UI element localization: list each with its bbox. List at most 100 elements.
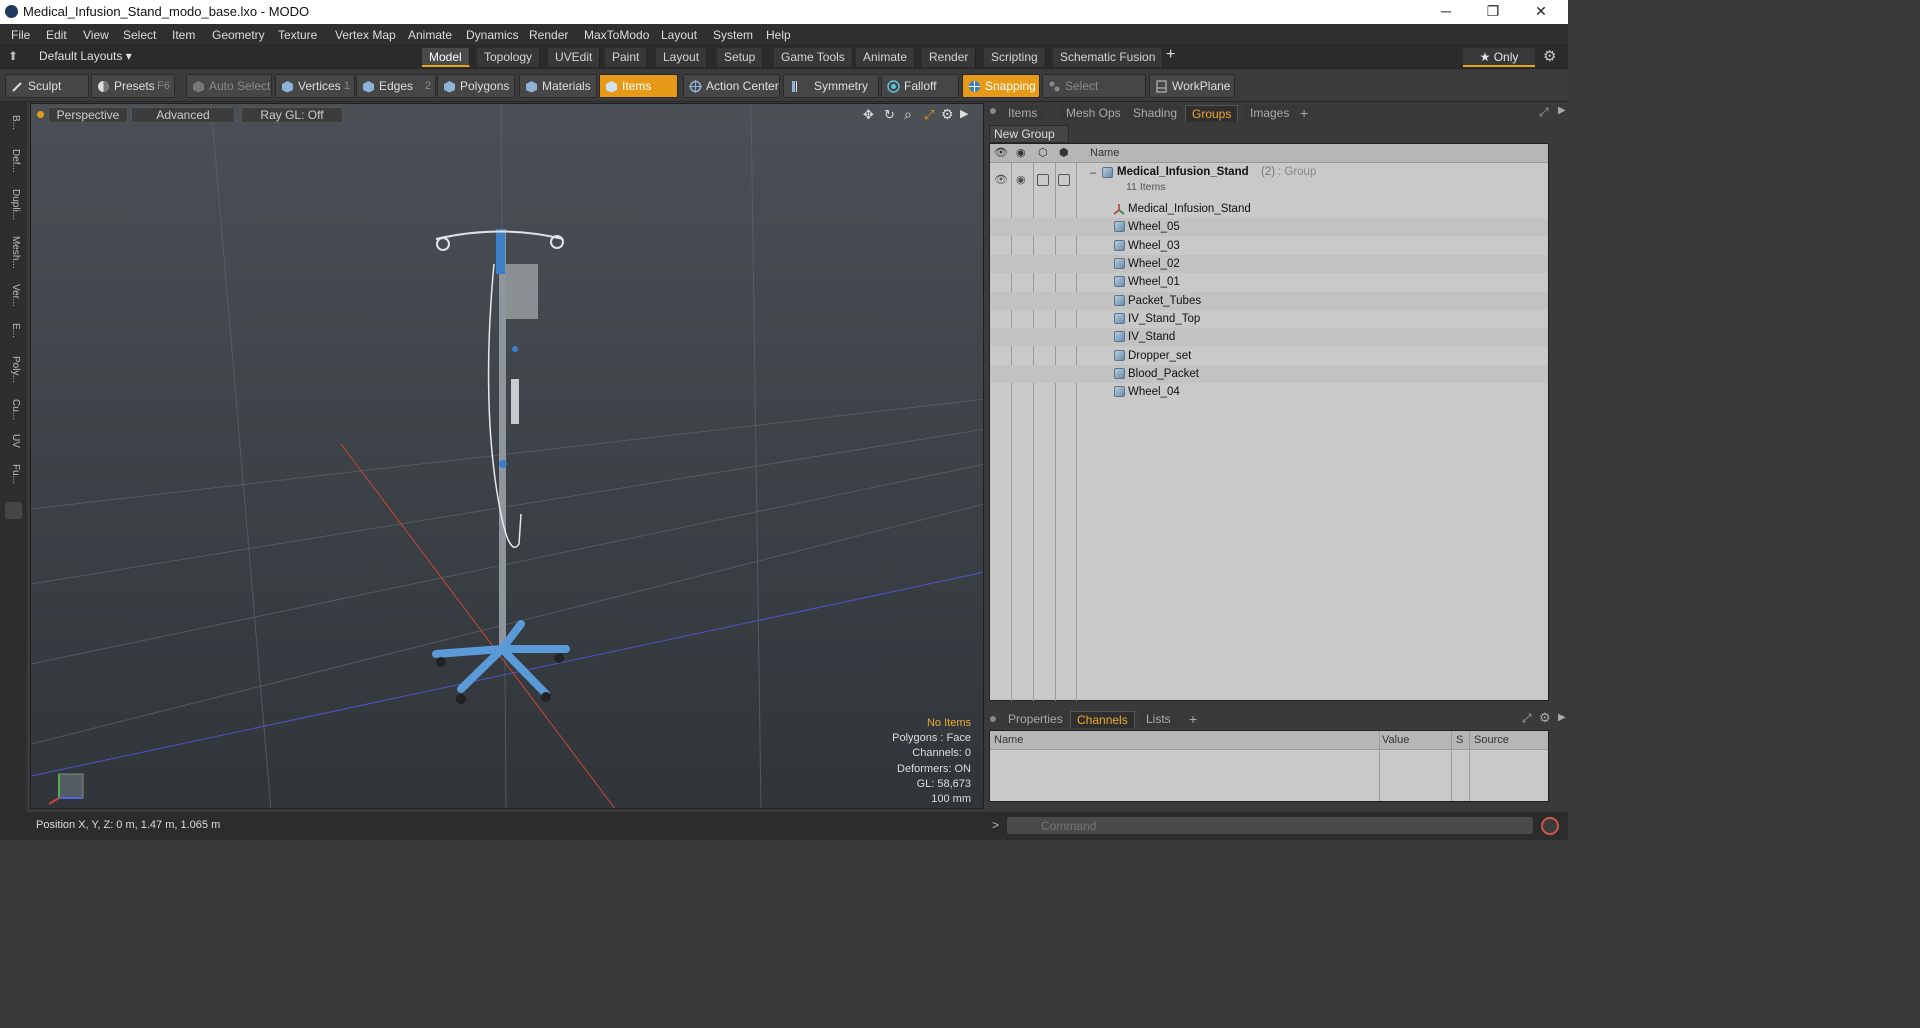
select-checkbox[interactable] (1058, 174, 1070, 186)
panel-expand-icon[interactable]: ⤢ (1539, 105, 1549, 120)
bottom-panel-expand-icon[interactable]: ⤢ (1522, 711, 1532, 726)
menu-system[interactable]: System (713, 28, 753, 42)
channels-value-header[interactable]: Value (1382, 734, 1409, 746)
tab-model[interactable]: Model (422, 48, 470, 67)
viewport-expand-arrow-icon[interactable]: ▶ (960, 107, 968, 120)
tab-game-tools[interactable]: Game Tools (774, 48, 853, 67)
left-tab-deform[interactable]: Def... (5, 142, 21, 180)
group-row-root[interactable]: 👁 ◉ – Medical_Infusion_Stand (2) : Group… (990, 164, 1548, 200)
maximize-button[interactable]: ❐ (1470, 0, 1516, 24)
tab-items[interactable]: Items (1002, 105, 1044, 122)
action-center-button[interactable]: Action Center (683, 74, 780, 98)
tab-images[interactable]: Images (1244, 105, 1296, 122)
left-tab-uv[interactable]: UV (5, 430, 21, 452)
list-item[interactable]: Wheel_05 (990, 218, 1548, 236)
left-tab-mesh-edit[interactable]: Mesh... (5, 230, 21, 274)
menu-help[interactable]: Help (766, 28, 791, 42)
ray-gl-toggle[interactable]: Ray GL: Off (241, 107, 343, 123)
materials-button[interactable]: Materials (519, 74, 597, 98)
tab-channels[interactable]: Channels (1070, 711, 1135, 728)
menu-animate[interactable]: Animate (408, 28, 452, 42)
3d-viewport[interactable]: Perspective Advanced Ray GL: Off ✥ ↻ ⌕ ⤢… (30, 103, 984, 809)
new-group-button[interactable]: New Group (989, 125, 1069, 143)
list-item[interactable]: Wheel_03 (990, 237, 1548, 255)
list-item[interactable]: Blood_Packet (990, 365, 1548, 383)
list-item[interactable]: Medical_Infusion_Stand (990, 200, 1548, 218)
panel-menu-dot[interactable] (990, 108, 996, 114)
menu-render[interactable]: Render (529, 28, 568, 42)
left-tab-basic[interactable]: B... (5, 108, 21, 138)
tab-topology[interactable]: Topology (477, 48, 541, 67)
list-item[interactable]: Wheel_04 (990, 383, 1548, 401)
render-header-icon[interactable]: ◉ (1016, 146, 1026, 159)
symmetry-button[interactable]: Symmetry (783, 74, 879, 98)
record-macro-button[interactable] (1541, 817, 1559, 835)
menu-select[interactable]: Select (123, 28, 156, 42)
falloff-button[interactable]: Falloff (881, 74, 959, 98)
command-input[interactable] (1006, 816, 1534, 835)
edges-button[interactable]: Edges 2 (356, 74, 436, 98)
lock-header-icon[interactable]: ⬡ (1038, 146, 1048, 159)
left-tab-edge[interactable]: E... (5, 316, 21, 346)
bottom-panel-gear-icon[interactable]: ⚙ (1539, 710, 1551, 726)
menu-texture[interactable]: Texture (278, 28, 317, 42)
left-tab-vertex[interactable]: Ver... (5, 278, 21, 312)
presets-button[interactable]: Presets F6 (91, 74, 175, 98)
perspective-dropdown[interactable]: Perspective (48, 107, 128, 123)
tab-shading[interactable]: Shading (1127, 105, 1184, 122)
default-layouts-dropdown[interactable]: Default Layouts ▾ (39, 49, 132, 63)
snapping-button[interactable]: Snapping (962, 74, 1040, 98)
advanced-dropdown[interactable]: Advanced (131, 107, 235, 123)
channels-s-header[interactable]: S (1456, 734, 1463, 746)
add-panel-tab-button[interactable]: + (1300, 105, 1308, 121)
list-item[interactable]: Wheel_01 (990, 273, 1548, 291)
tab-mesh-ops[interactable]: Mesh Ops (1060, 105, 1127, 122)
vertices-button[interactable]: Vertices 1 (275, 74, 355, 98)
menu-item[interactable]: Item (172, 28, 195, 42)
left-tab-curve[interactable]: Cu... (5, 394, 21, 426)
menu-edit[interactable]: Edit (46, 28, 67, 42)
visibility-header-icon[interactable]: 👁 (994, 146, 1008, 159)
close-button[interactable]: ✕ (1518, 0, 1564, 24)
polygons-button[interactable]: Polygons (437, 74, 515, 98)
list-item[interactable]: Dropper_set (990, 347, 1548, 365)
name-column-header[interactable]: Name (1090, 147, 1119, 159)
menu-view[interactable]: View (83, 28, 109, 42)
tab-render[interactable]: Render (922, 48, 977, 67)
lock-checkbox[interactable] (1037, 174, 1049, 186)
menu-dynamics[interactable]: Dynamics (466, 28, 519, 42)
left-tab-duplicate[interactable]: Dupli... (5, 184, 21, 226)
bottom-panel-menu-dot[interactable] (990, 716, 996, 722)
minimize-button[interactable]: ─ (1423, 0, 1469, 24)
tab-groups[interactable]: Groups (1185, 105, 1239, 122)
list-item[interactable]: IV_Stand_Top (990, 310, 1548, 328)
tab-uvedit[interactable]: UVEdit (548, 48, 601, 67)
menu-geometry[interactable]: Geometry (212, 28, 265, 42)
viewport-settings-icon[interactable]: ⚙ (941, 106, 954, 123)
list-item[interactable]: IV_Stand (990, 328, 1548, 346)
menu-maxtomodo[interactable]: MaxToModo (584, 28, 649, 42)
tab-animate[interactable]: Animate (856, 48, 916, 67)
tab-scripting[interactable]: Scripting (984, 48, 1046, 67)
viewport-menu-dot[interactable] (37, 111, 44, 118)
tab-schematic-fusion[interactable]: Schematic Fusion (1053, 48, 1164, 67)
bottom-panel-arrow-icon[interactable]: ▶ (1558, 712, 1566, 723)
collapse-toggle-icon[interactable]: – (1090, 167, 1096, 179)
channels-name-header[interactable]: Name (994, 734, 1023, 746)
gear-icon[interactable]: ⚙ (1543, 47, 1556, 65)
tab-setup[interactable]: Setup (717, 48, 764, 67)
list-item[interactable]: Packet_Tubes (990, 292, 1548, 310)
visibility-eye-icon[interactable]: 👁 (994, 173, 1008, 186)
channels-source-header[interactable]: Source (1474, 734, 1509, 746)
workplane-button[interactable]: WorkPlane (1149, 74, 1235, 98)
menu-layout[interactable]: Layout (661, 28, 697, 42)
tab-layout[interactable]: Layout (656, 48, 708, 67)
sculpt-button[interactable]: Sculpt (5, 74, 89, 98)
panel-arrow-icon[interactable]: ▶ (1558, 105, 1566, 116)
up-arrow-icon[interactable]: ⬆ (8, 49, 18, 63)
menu-vertex-map[interactable]: Vertex Map (335, 28, 396, 42)
tab-paint[interactable]: Paint (605, 48, 648, 67)
rotate-view-icon[interactable]: ↻ (884, 107, 895, 123)
list-item[interactable]: Wheel_02 (990, 255, 1548, 273)
move-view-icon[interactable]: ✥ (863, 107, 874, 123)
